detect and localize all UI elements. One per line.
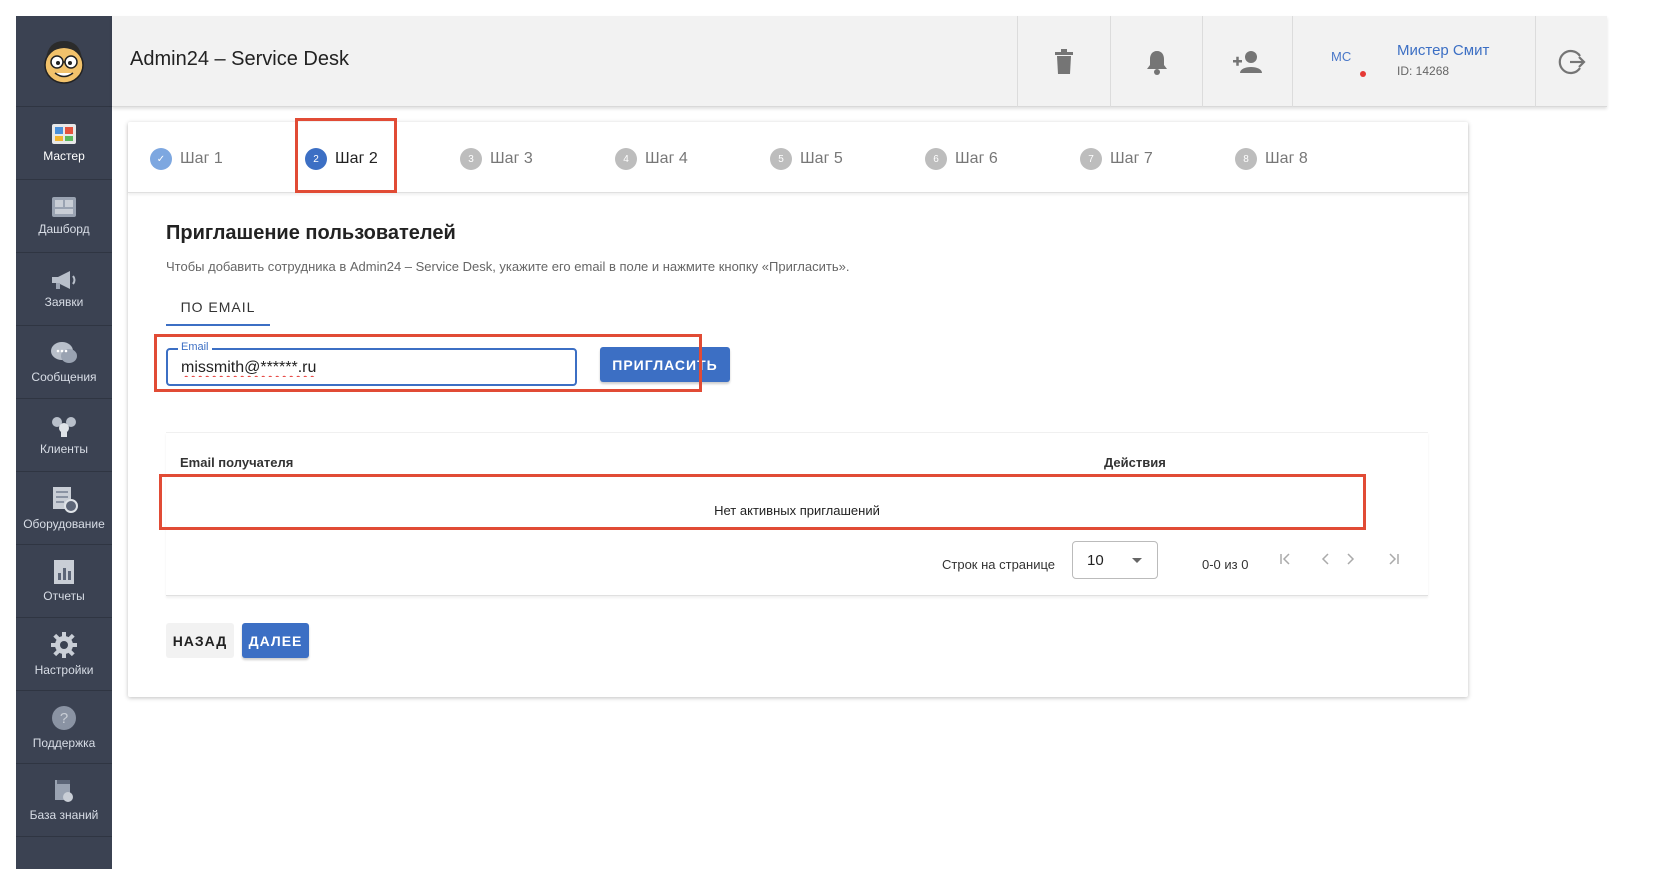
previous-page-button[interactable] [1314, 547, 1338, 571]
user-id: ID: 14268 [1397, 64, 1450, 78]
column-header-actions: Действия [1104, 455, 1166, 470]
help-icon: ? [52, 706, 76, 730]
sidebar-item-reports[interactable]: Отчеты [16, 545, 112, 618]
sidebar-item-label: Отчеты [43, 589, 85, 603]
step-label: Шаг 6 [955, 150, 998, 167]
trash-button[interactable] [1017, 16, 1110, 107]
stepper: ✓ Шаг 1 2 Шаг 2 3 Шаг 3 4 Шаг 4 5 Шаг 5 … [128, 118, 1468, 193]
step-6[interactable]: 6 Шаг 6 [925, 148, 998, 170]
app-title: Admin24 – Service Desk [130, 48, 349, 70]
status-dot [1360, 71, 1366, 77]
caret-down-icon [1132, 558, 1142, 563]
sidebar-item-tickets[interactable]: Заявки [16, 253, 112, 326]
next-button[interactable]: ДАЛЕЕ [242, 623, 309, 658]
tab-by-email[interactable]: ПО EMAIL [166, 290, 270, 326]
reports-icon [54, 560, 74, 584]
step-number: 4 [615, 148, 637, 170]
step-label: Шаг 7 [1110, 150, 1153, 167]
sidebar-item-support[interactable]: ? Поддержка [16, 691, 112, 764]
step-label: Шаг 5 [800, 150, 843, 167]
step-2-highlight [295, 118, 397, 193]
last-page-button[interactable] [1382, 547, 1406, 571]
sidebar-item-label: Дашборд [38, 222, 90, 236]
gear-icon [51, 632, 77, 658]
chat-icon [51, 342, 77, 363]
sidebar-item-dashboard[interactable]: Дашборд [16, 180, 112, 253]
column-header-email: Email получателя [180, 455, 294, 470]
add-user-button[interactable] [1202, 16, 1292, 107]
logout-button[interactable] [1535, 16, 1607, 107]
sidebar-item-label: Оборудование [23, 517, 105, 531]
step-label: Шаг 4 [645, 150, 688, 167]
sidebar: Мастер Дашборд Заявки Сообщения Клиенты … [16, 16, 112, 869]
page-title: Приглашение пользователей [166, 222, 456, 244]
sidebar-item-wizard[interactable]: Мастер [16, 107, 112, 180]
notifications-button[interactable] [1110, 16, 1202, 107]
step-1[interactable]: ✓ Шаг 1 [150, 148, 223, 170]
step-check-icon: ✓ [150, 148, 172, 170]
step-number: 7 [1080, 148, 1102, 170]
sidebar-item-label: База знаний [29, 808, 99, 822]
sidebar-item-settings[interactable]: Настройки [16, 618, 112, 691]
sidebar-item-label: Поддержка [32, 736, 96, 750]
last-page-icon [1389, 553, 1399, 565]
sidebar-item-label: Заявки [44, 295, 84, 309]
step-number: 5 [770, 148, 792, 170]
svg-text:?: ? [60, 710, 68, 727]
step-7[interactable]: 7 Шаг 7 [1080, 148, 1153, 170]
chevron-right-icon [1347, 553, 1355, 565]
user-name[interactable]: Мистер Смит [1397, 42, 1489, 59]
app-frame: Мастер Дашборд Заявки Сообщения Клиенты … [16, 16, 1607, 869]
step-8[interactable]: 8 Шаг 8 [1235, 148, 1308, 170]
rows-per-page-label: Строк на странице [942, 557, 1056, 572]
bell-icon [1146, 50, 1167, 75]
sidebar-item-label: Клиенты [39, 442, 89, 456]
rows-per-page-select[interactable]: 10 [1072, 541, 1158, 579]
sidebar-item-equipment[interactable]: Оборудование [16, 472, 112, 545]
step-label: Шаг 8 [1265, 150, 1308, 167]
app-logo[interactable] [16, 16, 112, 107]
add-user-icon [1232, 50, 1262, 73]
page-description: Чтобы добавить сотрудника в Admin24 – Se… [166, 259, 850, 274]
invite-form-highlight [154, 334, 702, 392]
next-page-button[interactable] [1338, 547, 1362, 571]
back-button[interactable]: НАЗАД [166, 623, 234, 658]
step-label: Шаг 1 [180, 150, 223, 167]
trash-icon [1055, 48, 1073, 74]
step-number: 8 [1235, 148, 1257, 170]
step-number: 3 [460, 148, 482, 170]
step-5[interactable]: 5 Шаг 5 [770, 148, 843, 170]
sidebar-item-label: Настройки [34, 663, 94, 677]
sidebar-item-clients[interactable]: Клиенты [16, 399, 112, 472]
sidebar-item-label: Мастер [43, 149, 85, 163]
step-number: 6 [925, 148, 947, 170]
megaphone-icon [52, 271, 76, 289]
user-profile[interactable]: МС Мистер Смит ID: 14268 [1292, 16, 1535, 107]
mascot-logo-icon [44, 41, 84, 84]
step-4[interactable]: 4 Шаг 4 [615, 148, 688, 170]
sidebar-item-knowledge-base[interactable]: База знаний [16, 764, 112, 837]
sidebar-item-label: Сообщения [31, 370, 97, 384]
first-page-button[interactable] [1273, 547, 1297, 571]
equipment-icon [53, 487, 78, 513]
wizard-card: ✓ Шаг 1 2 Шаг 2 3 Шаг 3 4 Шаг 4 5 Шаг 5 … [128, 118, 1468, 697]
rows-per-page-value: 10 [1087, 552, 1104, 569]
sidebar-item-messages[interactable]: Сообщения [16, 326, 112, 399]
first-page-icon [1280, 553, 1290, 565]
wizard-icon [52, 124, 76, 144]
logout-icon [1558, 49, 1586, 74]
clients-icon [52, 417, 76, 437]
step-3[interactable]: 3 Шаг 3 [460, 148, 533, 170]
step-label: Шаг 3 [490, 150, 533, 167]
avatar: МС [1331, 49, 1352, 64]
pagination-range: 0-0 из 0 [1202, 557, 1249, 572]
empty-state-highlight [159, 474, 1366, 530]
knowledge-base-icon [55, 780, 73, 802]
dashboard-icon [52, 197, 76, 217]
top-header: Admin24 – Service Desk МС Мистер Смит ID… [112, 16, 1607, 107]
chevron-left-icon [1321, 553, 1329, 565]
